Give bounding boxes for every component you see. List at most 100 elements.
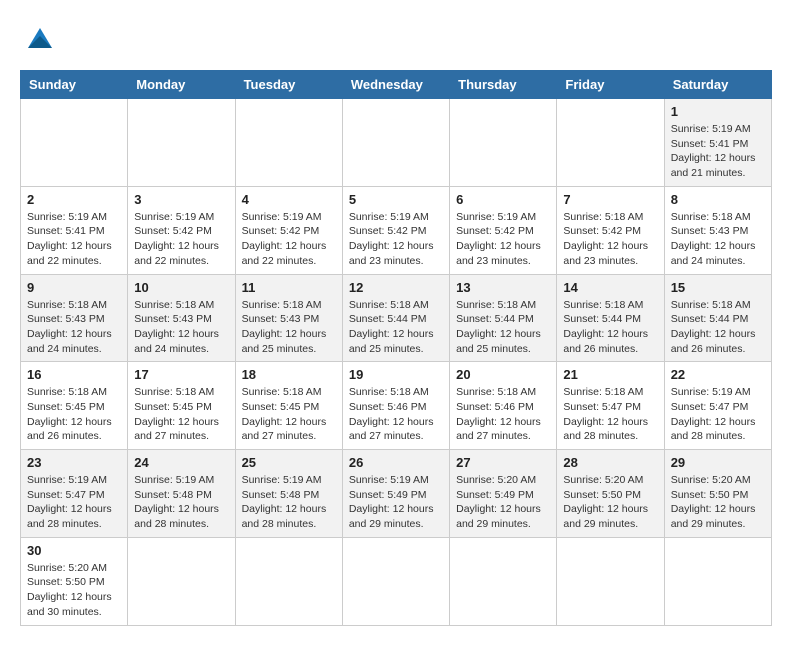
day-info: Sunrise: 5:19 AM Sunset: 5:42 PM Dayligh… <box>242 210 336 269</box>
calendar-cell: 7 Sunrise: 5:18 AM Sunset: 5:42 PM Daylig… <box>557 186 664 274</box>
calendar-cell: 17 Sunrise: 5:18 AM Sunset: 5:45 PM Dayli… <box>128 362 235 450</box>
logo <box>20 20 64 60</box>
day-number: 28 <box>563 455 657 470</box>
calendar-cell <box>342 99 449 187</box>
day-info: Sunrise: 5:19 AM Sunset: 5:49 PM Dayligh… <box>349 473 443 532</box>
calendar-cell: 9 Sunrise: 5:18 AM Sunset: 5:43 PM Daylig… <box>21 274 128 362</box>
calendar-cell: 16 Sunrise: 5:18 AM Sunset: 5:45 PM Dayli… <box>21 362 128 450</box>
calendar-table: SundayMondayTuesdayWednesdayThursdayFrid… <box>20 70 772 626</box>
day-number: 19 <box>349 367 443 382</box>
day-info: Sunrise: 5:18 AM Sunset: 5:46 PM Dayligh… <box>349 385 443 444</box>
calendar-cell: 26 Sunrise: 5:19 AM Sunset: 5:49 PM Dayli… <box>342 450 449 538</box>
calendar-cell: 18 Sunrise: 5:18 AM Sunset: 5:45 PM Dayli… <box>235 362 342 450</box>
day-number: 26 <box>349 455 443 470</box>
calendar-cell: 20 Sunrise: 5:18 AM Sunset: 5:46 PM Dayli… <box>450 362 557 450</box>
calendar-cell <box>128 99 235 187</box>
day-info: Sunrise: 5:19 AM Sunset: 5:42 PM Dayligh… <box>456 210 550 269</box>
calendar-cell: 14 Sunrise: 5:18 AM Sunset: 5:44 PM Dayli… <box>557 274 664 362</box>
day-number: 16 <box>27 367 121 382</box>
calendar-cell: 23 Sunrise: 5:19 AM Sunset: 5:47 PM Dayli… <box>21 450 128 538</box>
day-info: Sunrise: 5:18 AM Sunset: 5:42 PM Dayligh… <box>563 210 657 269</box>
calendar-cell: 13 Sunrise: 5:18 AM Sunset: 5:44 PM Dayli… <box>450 274 557 362</box>
day-header-monday: Monday <box>128 71 235 99</box>
calendar-cell: 1Sunrise: 5:19 AM Sunset: 5:41 PM Daylig… <box>664 99 771 187</box>
day-header-wednesday: Wednesday <box>342 71 449 99</box>
day-number: 2 <box>27 192 121 207</box>
calendar-cell: 5 Sunrise: 5:19 AM Sunset: 5:42 PM Daylig… <box>342 186 449 274</box>
day-number: 18 <box>242 367 336 382</box>
calendar-cell: 25 Sunrise: 5:19 AM Sunset: 5:48 PM Dayli… <box>235 450 342 538</box>
day-info: Sunrise: 5:18 AM Sunset: 5:47 PM Dayligh… <box>563 385 657 444</box>
day-header-thursday: Thursday <box>450 71 557 99</box>
day-info: Sunrise: 5:20 AM Sunset: 5:49 PM Dayligh… <box>456 473 550 532</box>
day-number: 23 <box>27 455 121 470</box>
day-number: 21 <box>563 367 657 382</box>
day-number: 30 <box>27 543 121 558</box>
day-number: 20 <box>456 367 550 382</box>
day-number: 4 <box>242 192 336 207</box>
day-info: Sunrise: 5:19 AM Sunset: 5:47 PM Dayligh… <box>27 473 121 532</box>
calendar-cell: 28 Sunrise: 5:20 AM Sunset: 5:50 PM Dayli… <box>557 450 664 538</box>
page-header <box>20 20 772 60</box>
day-info: Sunrise: 5:18 AM Sunset: 5:43 PM Dayligh… <box>134 298 228 357</box>
day-header-sunday: Sunday <box>21 71 128 99</box>
day-info: Sunrise: 5:18 AM Sunset: 5:44 PM Dayligh… <box>349 298 443 357</box>
calendar-cell <box>450 99 557 187</box>
day-info: Sunrise: 5:19 AM Sunset: 5:48 PM Dayligh… <box>242 473 336 532</box>
calendar-cell: 19 Sunrise: 5:18 AM Sunset: 5:46 PM Dayli… <box>342 362 449 450</box>
day-number: 24 <box>134 455 228 470</box>
calendar-cell: 27 Sunrise: 5:20 AM Sunset: 5:49 PM Dayli… <box>450 450 557 538</box>
day-header-saturday: Saturday <box>664 71 771 99</box>
day-number: 9 <box>27 280 121 295</box>
day-info: Sunrise: 5:18 AM Sunset: 5:43 PM Dayligh… <box>27 298 121 357</box>
day-number: 5 <box>349 192 443 207</box>
day-info: Sunrise: 5:19 AM Sunset: 5:47 PM Dayligh… <box>671 385 765 444</box>
day-info: Sunrise: 5:20 AM Sunset: 5:50 PM Dayligh… <box>671 473 765 532</box>
calendar-cell: 24 Sunrise: 5:19 AM Sunset: 5:48 PM Dayli… <box>128 450 235 538</box>
day-number: 25 <box>242 455 336 470</box>
day-number: 29 <box>671 455 765 470</box>
day-number: 12 <box>349 280 443 295</box>
calendar-cell: 6 Sunrise: 5:19 AM Sunset: 5:42 PM Daylig… <box>450 186 557 274</box>
day-number: 11 <box>242 280 336 295</box>
calendar-cell: 2 Sunrise: 5:19 AM Sunset: 5:41 PM Daylig… <box>21 186 128 274</box>
day-info: Sunrise: 5:19 AM Sunset: 5:42 PM Dayligh… <box>134 210 228 269</box>
day-info: Sunrise: 5:19 AM Sunset: 5:42 PM Dayligh… <box>349 210 443 269</box>
calendar-cell <box>235 99 342 187</box>
day-info: Sunrise: 5:19 AM Sunset: 5:41 PM Dayligh… <box>27 210 121 269</box>
calendar-cell: 8Sunrise: 5:18 AM Sunset: 5:43 PM Daylig… <box>664 186 771 274</box>
day-info: Sunrise: 5:18 AM Sunset: 5:46 PM Dayligh… <box>456 385 550 444</box>
day-number: 14 <box>563 280 657 295</box>
day-info: Sunrise: 5:19 AM Sunset: 5:48 PM Dayligh… <box>134 473 228 532</box>
day-header-friday: Friday <box>557 71 664 99</box>
calendar-cell <box>557 99 664 187</box>
day-number: 7 <box>563 192 657 207</box>
day-info: Sunrise: 5:18 AM Sunset: 5:43 PM Dayligh… <box>242 298 336 357</box>
day-info: Sunrise: 5:18 AM Sunset: 5:44 PM Dayligh… <box>563 298 657 357</box>
day-number: 15 <box>671 280 765 295</box>
calendar-cell: 15 Sunrise: 5:18 AM Sunset: 5:44 PM Dayli… <box>664 274 771 362</box>
calendar-cell: 4 Sunrise: 5:19 AM Sunset: 5:42 PM Daylig… <box>235 186 342 274</box>
calendar-cell: 12 Sunrise: 5:18 AM Sunset: 5:44 PM Dayli… <box>342 274 449 362</box>
calendar-cell: 29 Sunrise: 5:20 AM Sunset: 5:50 PM Dayli… <box>664 450 771 538</box>
day-number: 6 <box>456 192 550 207</box>
day-info: Sunrise: 5:20 AM Sunset: 5:50 PM Dayligh… <box>27 561 121 620</box>
day-number: 17 <box>134 367 228 382</box>
day-header-tuesday: Tuesday <box>235 71 342 99</box>
calendar-cell: 11 Sunrise: 5:18 AM Sunset: 5:43 PM Dayli… <box>235 274 342 362</box>
calendar-cell <box>21 99 128 187</box>
day-number: 13 <box>456 280 550 295</box>
day-info: Sunrise: 5:18 AM Sunset: 5:43 PM Dayligh… <box>671 210 765 269</box>
day-number: 27 <box>456 455 550 470</box>
day-info: Sunrise: 5:18 AM Sunset: 5:45 PM Dayligh… <box>27 385 121 444</box>
day-number: 10 <box>134 280 228 295</box>
day-info: Sunrise: 5:18 AM Sunset: 5:44 PM Dayligh… <box>456 298 550 357</box>
day-info: Sunrise: 5:18 AM Sunset: 5:44 PM Dayligh… <box>671 298 765 357</box>
calendar-cell: 3Sunrise: 5:19 AM Sunset: 5:42 PM Daylig… <box>128 186 235 274</box>
day-info: Sunrise: 5:18 AM Sunset: 5:45 PM Dayligh… <box>242 385 336 444</box>
day-info: Sunrise: 5:18 AM Sunset: 5:45 PM Dayligh… <box>134 385 228 444</box>
calendar-cell: 22Sunrise: 5:19 AM Sunset: 5:47 PM Dayli… <box>664 362 771 450</box>
calendar-cell: 21 Sunrise: 5:18 AM Sunset: 5:47 PM Dayli… <box>557 362 664 450</box>
logo-icon <box>20 20 60 60</box>
day-info: Sunrise: 5:20 AM Sunset: 5:50 PM Dayligh… <box>563 473 657 532</box>
